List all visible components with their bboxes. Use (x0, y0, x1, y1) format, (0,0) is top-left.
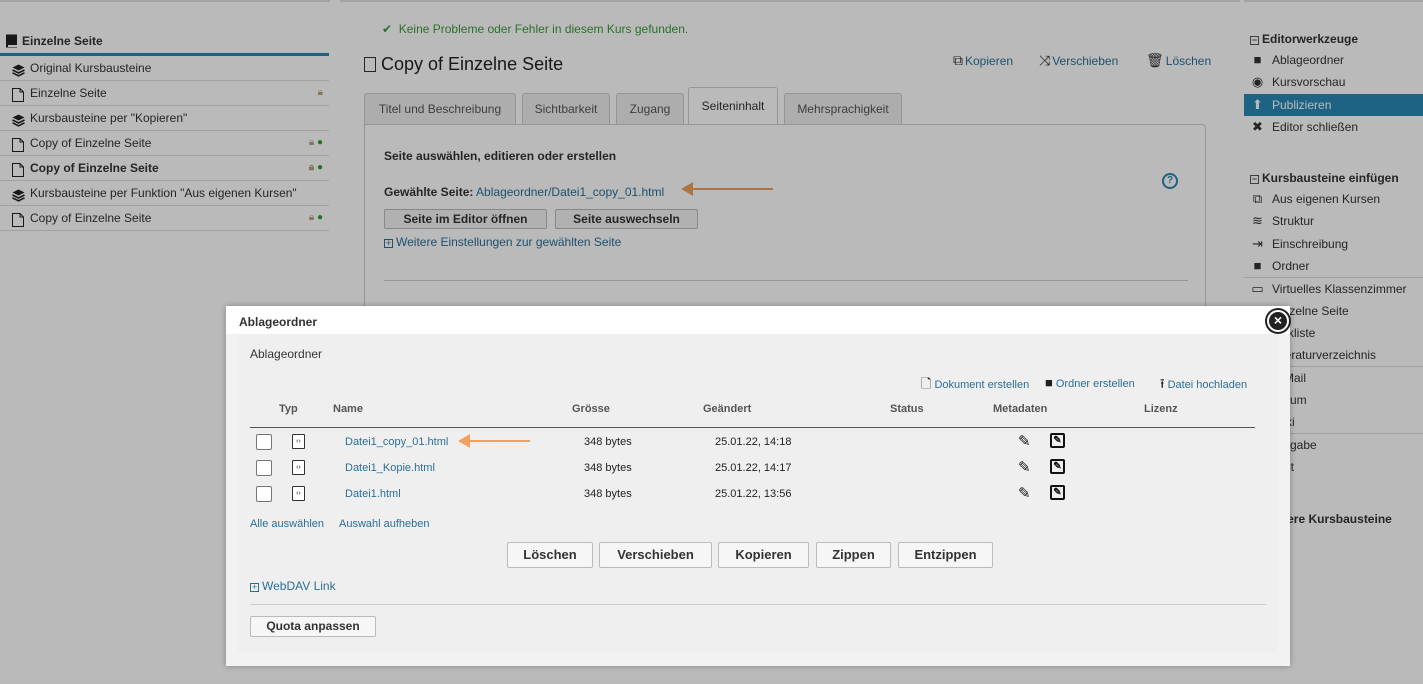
row-checkbox[interactable] (256, 434, 272, 450)
file-size: 348 bytes (584, 436, 632, 448)
select-all-link[interactable]: Alle auswählen (250, 518, 324, 530)
header-divider (250, 427, 1255, 428)
row-checkbox[interactable] (256, 460, 272, 476)
html-file-icon: ‹› (292, 486, 305, 501)
file-name-link[interactable]: Datei1.html (345, 488, 401, 500)
table-row: ‹› Datei1_Kopie.html 348 bytes 25.01.22,… (250, 456, 1255, 482)
col-type[interactable]: Typ (279, 403, 298, 415)
file-name-link[interactable]: Datei1_copy_01.html (345, 436, 448, 448)
edit-pencil-icon[interactable]: ✎ (1018, 432, 1031, 450)
dialog-body: Ablageordner 🗋 Dokument erstellen ■ Ordner… (238, 334, 1278, 652)
row-checkbox[interactable] (256, 486, 272, 502)
document-icon: 🗋 (921, 376, 932, 391)
col-metadata: Metadaten (993, 403, 1048, 415)
upload-icon: ⭱ (1160, 376, 1165, 391)
col-license[interactable]: Lizenz (1144, 403, 1178, 415)
dialog-title: Ablageordner (226, 306, 1290, 334)
create-folder-label: Ordner erstellen (1055, 378, 1135, 390)
col-name[interactable]: Name (333, 403, 363, 415)
edit-pencil-icon[interactable]: ✎ (1018, 484, 1031, 502)
html-file-icon: ‹› (292, 460, 305, 475)
unzip-button[interactable]: Entzippen (898, 542, 993, 568)
col-size[interactable]: Grösse (572, 403, 610, 415)
file-changed: 25.01.22, 13:56 (715, 488, 792, 500)
file-changed: 25.01.22, 14:17 (715, 462, 792, 474)
deselect-link[interactable]: Auswahl aufheben (339, 518, 430, 530)
edit-metadata-icon[interactable]: ✎ (1050, 433, 1065, 448)
quota-button[interactable]: Quota anpassen (250, 616, 376, 637)
annotation-arrow (458, 434, 530, 448)
create-folder-button[interactable]: ■ Ordner erstellen (1045, 375, 1135, 390)
close-icon[interactable]: × (1267, 310, 1289, 332)
col-status[interactable]: Status (890, 403, 924, 415)
edit-metadata-icon[interactable]: ✎ (1050, 459, 1065, 474)
plus-icon: + (250, 582, 259, 592)
webdav-label: WebDAV Link (262, 579, 336, 593)
zip-button[interactable]: Zippen (816, 542, 891, 568)
upload-file-button[interactable]: ⭱ Datei hochladen (1160, 375, 1247, 397)
create-document-button[interactable]: 🗋 Dokument erstellen (921, 375, 1029, 397)
table-row: ‹› Datei1_copy_01.html 348 bytes 25.01.2… (250, 430, 1255, 456)
divider (250, 604, 1266, 605)
file-name-link[interactable]: Datei1_Kopie.html (345, 462, 435, 474)
col-changed[interactable]: Geändert (703, 403, 751, 415)
edit-pencil-icon[interactable]: ✎ (1018, 458, 1031, 476)
copy-files-button[interactable]: Kopieren (718, 542, 809, 568)
table-row: ‹› Datei1.html 348 bytes 25.01.22, 13:56… (250, 482, 1255, 508)
move-files-button[interactable]: Verschieben (599, 542, 712, 568)
create-document-label: Dokument erstellen (934, 379, 1030, 391)
folder-icon: ■ (1045, 375, 1053, 390)
webdav-toggle[interactable]: + WebDAV Link (250, 579, 336, 593)
html-file-icon: ‹› (292, 434, 305, 449)
file-size: 348 bytes (584, 462, 632, 474)
folder-dialog: Ablageordner × Ablageordner 🗋 Dokument er… (226, 306, 1290, 666)
file-size: 348 bytes (584, 488, 632, 500)
file-changed: 25.01.22, 14:18 (715, 436, 792, 448)
delete-files-button[interactable]: Löschen (507, 542, 593, 568)
edit-metadata-icon[interactable]: ✎ (1050, 485, 1065, 500)
upload-label: Datei hochladen (1167, 379, 1248, 391)
dialog-subtitle: Ablageordner (250, 347, 323, 361)
